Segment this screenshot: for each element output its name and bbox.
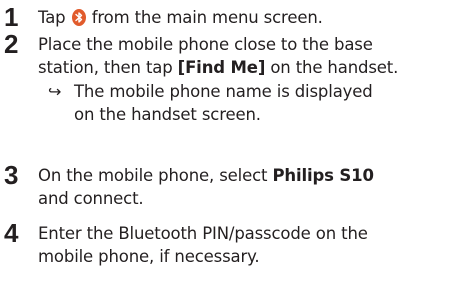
- result-text-line: The mobile phone name is displayed: [74, 82, 373, 101]
- step-text-line: Enter the Bluetooth PIN/passcode on the: [38, 224, 368, 243]
- step-text-pre: On the mobile phone, select: [38, 166, 268, 185]
- find-me-label: [Find Me]: [177, 58, 266, 77]
- device-name-label: Philips S10: [272, 166, 374, 185]
- step-text-line: station, then tap [Find Me] on the hands…: [38, 56, 462, 79]
- instruction-page: 1 Tap from the main menu screen. 2 Place…: [0, 0, 468, 302]
- result-text-line: on the handset screen.: [74, 105, 261, 124]
- step-4: 4 Enter the Bluetooth PIN/passcode on th…: [0, 218, 468, 272]
- bluetooth-icon: [71, 9, 86, 26]
- step-text-line: On the mobile phone, select Philips S10: [38, 164, 462, 187]
- step-text-post: on the handset.: [270, 58, 399, 77]
- step-text-pre: station, then tap: [38, 58, 173, 77]
- step-text: Tap from the main menu screen.: [38, 6, 462, 29]
- result-arrow-icon: ↪: [48, 82, 62, 101]
- step-3: 3 On the mobile phone, select Philips S1…: [0, 160, 468, 214]
- step-number: 4: [4, 218, 19, 248]
- step-result: ↪ The mobile phone name is displayed on …: [48, 80, 462, 126]
- step-number: 3: [4, 160, 19, 190]
- step-text-line: and connect.: [38, 189, 144, 208]
- step-text-pre: Tap: [38, 8, 66, 27]
- step-number: 2: [4, 29, 19, 59]
- step-number: 1: [4, 2, 19, 32]
- step-1: 1 Tap from the main menu screen.: [0, 2, 468, 32]
- step-text-line: mobile phone, if necessary.: [38, 247, 260, 266]
- step-text: On the mobile phone, select Philips S10 …: [38, 164, 462, 210]
- step-2: 2 Place the mobile phone close to the ba…: [0, 29, 468, 153]
- step-text-post: from the main menu screen.: [91, 8, 323, 27]
- step-text: Enter the Bluetooth PIN/passcode on the …: [38, 222, 462, 268]
- step-text: Place the mobile phone close to the base…: [38, 33, 462, 79]
- step-text-line: Place the mobile phone close to the base: [38, 35, 373, 54]
